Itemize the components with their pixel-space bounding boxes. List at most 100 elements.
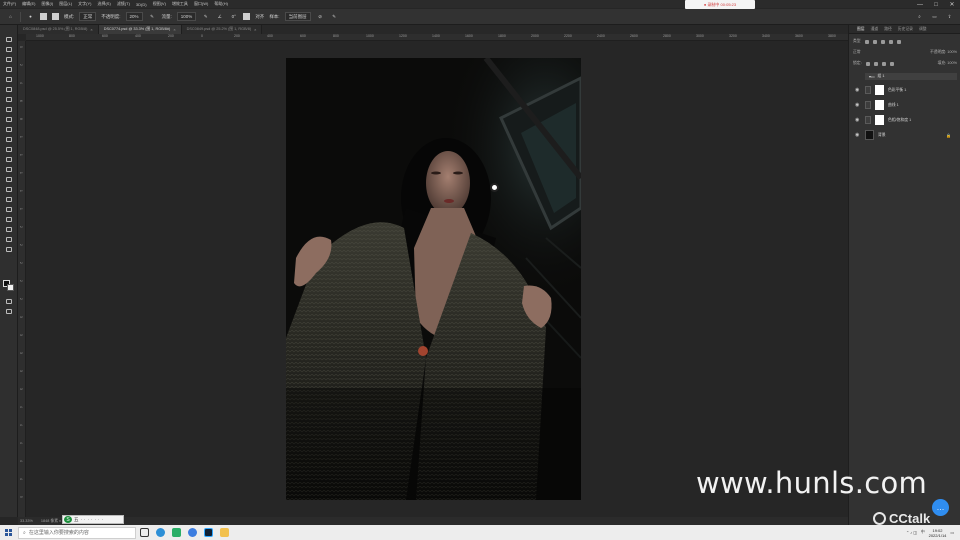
ime-emoji-icon[interactable]: · bbox=[84, 517, 86, 522]
marquee-tool-icon[interactable] bbox=[4, 45, 14, 53]
layer-mask-thumbnail[interactable] bbox=[875, 115, 884, 125]
layer-mask-thumbnail[interactable] bbox=[875, 100, 884, 110]
eyedropper-tool-icon[interactable] bbox=[4, 95, 14, 103]
dodge-tool-icon[interactable] bbox=[4, 175, 14, 183]
background-color-swatch[interactable] bbox=[7, 284, 14, 291]
brush-tool-icon[interactable] bbox=[4, 115, 14, 123]
crop-tool-icon[interactable] bbox=[4, 75, 14, 83]
ime-mode-label[interactable]: 五 bbox=[74, 517, 79, 523]
path-select-tool-icon[interactable] bbox=[4, 205, 14, 213]
document-tab-active[interactable]: DSC0774.psd @ 33.3% (图 1, RGB/8#) × bbox=[98, 25, 182, 34]
lock-all-icon[interactable] bbox=[889, 61, 894, 66]
brush-settings-icon[interactable] bbox=[40, 13, 47, 20]
clock[interactable]: 19:02 2022/1/14 bbox=[929, 528, 947, 538]
flow-input[interactable]: 100% bbox=[176, 12, 197, 21]
clone-source-icon[interactable] bbox=[52, 13, 59, 20]
clone-stamp-tool-icon[interactable] bbox=[4, 125, 14, 133]
frame-tool-icon[interactable] bbox=[4, 85, 14, 93]
lasso-tool-icon[interactable] bbox=[4, 55, 14, 63]
ime-punct-icon[interactable]: · bbox=[81, 517, 83, 522]
pressure-opacity-icon[interactable]: ✎ bbox=[148, 12, 157, 21]
tray-icons[interactable]: ⌃ ♪ ◫ bbox=[906, 530, 917, 535]
mode-select[interactable]: 正常 bbox=[79, 12, 97, 21]
document-tab[interactable]: DSC0849.psd @ 25.2% (图 1, RGB/8) × bbox=[181, 25, 263, 34]
tab-channels[interactable]: 通道 bbox=[871, 27, 879, 32]
pressure-size-icon[interactable]: ✎ bbox=[330, 12, 339, 21]
menu-view[interactable]: 视图(V) bbox=[150, 1, 169, 7]
sample-select[interactable]: 当前图层 bbox=[284, 12, 311, 21]
layer-row-background[interactable]: ◉ 背景 🔒 bbox=[851, 128, 959, 142]
aligned-checkbox[interactable] bbox=[243, 13, 251, 20]
ime-tools-icon[interactable]: · bbox=[98, 517, 100, 522]
input-language[interactable]: 中 bbox=[921, 530, 925, 535]
zoom-tool-icon[interactable] bbox=[4, 235, 14, 243]
edge-browser-icon[interactable] bbox=[152, 525, 168, 540]
home-icon[interactable]: ⌂ bbox=[6, 12, 15, 21]
lock-position-icon[interactable] bbox=[873, 61, 878, 66]
menu-window[interactable]: 窗口(W) bbox=[191, 1, 211, 7]
type-tool-icon[interactable] bbox=[4, 195, 14, 203]
blur-tool-icon[interactable] bbox=[4, 165, 14, 173]
close-tab-icon[interactable]: × bbox=[173, 27, 175, 32]
visibility-eye-icon[interactable]: ◉ bbox=[855, 102, 861, 108]
visibility-eye-icon[interactable]: ◉ bbox=[855, 117, 861, 123]
lock-icon[interactable]: 🔒 bbox=[946, 133, 951, 138]
wechat-icon[interactable] bbox=[168, 525, 184, 540]
layer-row[interactable]: ◉ 色相/饱和度 1 bbox=[851, 113, 959, 127]
angle-input[interactable]: 0° bbox=[229, 12, 238, 21]
tab-adjustments[interactable]: 调整 bbox=[919, 27, 927, 32]
quick-select-tool-icon[interactable] bbox=[4, 65, 14, 73]
filter-pixel-icon[interactable] bbox=[864, 39, 869, 44]
document-tab[interactable]: DSC0848.psd @ 25.5% (图 1, RGB/8) × bbox=[18, 25, 99, 34]
file-explorer-icon[interactable] bbox=[216, 525, 232, 540]
brush-preset-icon[interactable]: ● bbox=[26, 12, 35, 21]
menu-plugins[interactable]: 增效工具 bbox=[169, 1, 191, 7]
task-view-icon[interactable] bbox=[136, 525, 152, 540]
tab-paths[interactable]: 路径 bbox=[884, 27, 892, 32]
healing-brush-tool-icon[interactable] bbox=[4, 105, 14, 113]
pen-tool-icon[interactable] bbox=[4, 185, 14, 193]
document-image[interactable] bbox=[286, 58, 581, 500]
notification-icon[interactable]: ▭ bbox=[950, 530, 954, 535]
shape-tool-icon[interactable] bbox=[4, 215, 14, 223]
filter-adjust-icon[interactable] bbox=[872, 39, 877, 44]
filter-smart-icon[interactable] bbox=[896, 39, 901, 44]
search-icon[interactable]: ⌕ bbox=[915, 12, 924, 21]
zoom-level[interactable]: 33.33% bbox=[20, 519, 33, 523]
menu-3d[interactable]: 3D(D) bbox=[133, 2, 150, 7]
more-tools-icon[interactable] bbox=[4, 245, 14, 253]
ime-skin-icon[interactable]: · bbox=[95, 517, 97, 522]
menu-file[interactable]: 文件(F) bbox=[0, 1, 19, 7]
share-icon[interactable]: ⇪ bbox=[945, 12, 954, 21]
visibility-eye-icon[interactable]: ◉ bbox=[855, 87, 861, 93]
lock-artboard-icon[interactable] bbox=[881, 61, 886, 66]
taskbar-search[interactable]: ⌕ 在这里输入你要搜索的内容 bbox=[18, 526, 136, 539]
ime-logo-icon[interactable]: S bbox=[64, 516, 72, 523]
maximize-button[interactable]: □ bbox=[928, 0, 944, 9]
filter-kind-select[interactable]: 类型 bbox=[853, 39, 861, 44]
menu-image[interactable]: 图像(I) bbox=[38, 1, 56, 7]
layer-opacity[interactable]: 不透明度: 100% bbox=[930, 50, 957, 55]
opacity-input[interactable]: 20% bbox=[125, 12, 143, 21]
layer-group-row[interactable]: ▾▭ 组 1 bbox=[865, 73, 957, 80]
screen-mode-icon[interactable] bbox=[4, 307, 14, 315]
menu-select[interactable]: 选择(S) bbox=[94, 1, 113, 7]
close-tab-icon[interactable]: × bbox=[254, 27, 256, 32]
filter-shape-icon[interactable] bbox=[888, 39, 893, 44]
hand-tool-icon[interactable] bbox=[4, 225, 14, 233]
airbrush-icon[interactable]: ✎ bbox=[201, 12, 210, 21]
browser-icon[interactable] bbox=[184, 525, 200, 540]
menu-edit[interactable]: 编辑(E) bbox=[19, 1, 38, 7]
minimize-button[interactable]: — bbox=[912, 0, 928, 9]
close-tab-icon[interactable]: × bbox=[90, 27, 92, 32]
workspace-icon[interactable]: ▭ bbox=[930, 12, 939, 21]
menu-help[interactable]: 帮助(H) bbox=[211, 1, 231, 7]
move-tool-icon[interactable] bbox=[4, 35, 14, 43]
ime-toolbar[interactable]: S 五 · · · · · · · bbox=[62, 515, 124, 524]
layer-row[interactable]: ◉ 曲线 1 bbox=[851, 98, 959, 112]
ime-keyboard-icon[interactable]: · bbox=[91, 517, 93, 522]
lock-pixels-icon[interactable] bbox=[865, 61, 870, 66]
quick-mask-icon[interactable] bbox=[4, 297, 14, 305]
menu-layer[interactable]: 图层(L) bbox=[56, 1, 75, 7]
tab-history[interactable]: 历史记录 bbox=[898, 27, 913, 32]
